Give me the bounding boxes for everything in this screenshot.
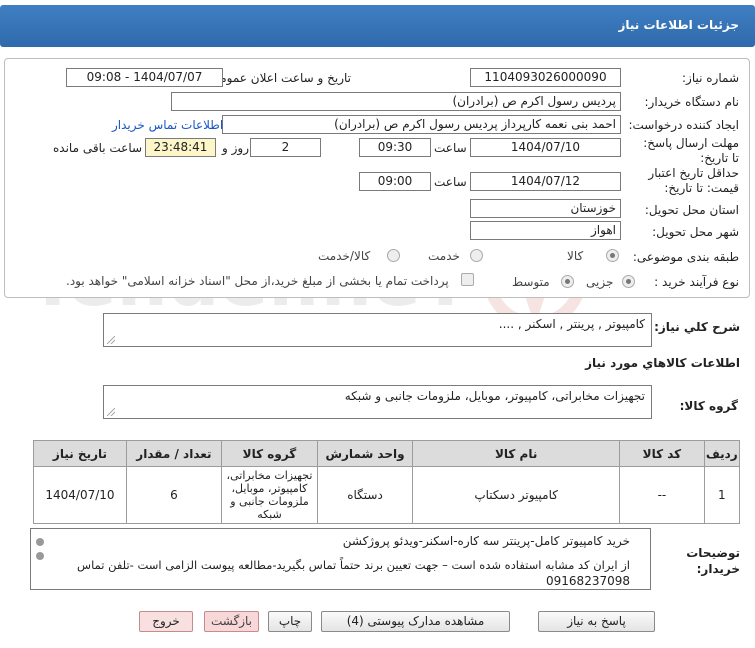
- category-label: طبقه بندی موضوعی:: [632, 250, 739, 264]
- cell-need-date: 1404/07/10: [33, 466, 127, 524]
- col-header-unit: واحد شمارش: [317, 440, 414, 467]
- col-header-item-code: کد کالا: [619, 440, 705, 467]
- back-button[interactable]: بازگشت: [204, 611, 259, 632]
- remaining-time-field: 23:48:41: [145, 138, 216, 157]
- announce-datetime-field: 1404/07/07 - 09:08: [66, 68, 223, 87]
- province-label: استان محل تحویل:: [644, 203, 739, 217]
- notes-line-2: از ایران کد مشابه استفاده شده است – جهت …: [77, 558, 630, 572]
- days-remaining-field: 2: [250, 138, 321, 157]
- buyer-notes-label: توضیحات خریدار:: [686, 546, 740, 576]
- validity-time-field: 09:00: [359, 172, 431, 191]
- process-option-medium: متوسط: [512, 275, 550, 289]
- table-row: 1 -- کامپیوتر دسکتاپ دستگاه تجهیزات مخاب…: [33, 466, 741, 524]
- buyer-notes-field: خرید کامپیوتر کامل-پرینتر سه کاره-اسکنر-…: [30, 528, 651, 590]
- deadline-time-label: ساعت: [434, 141, 467, 155]
- exit-button[interactable]: خروج: [139, 611, 193, 632]
- category-option-goods-service: کالا/خدمت: [318, 249, 371, 263]
- goods-group-field: تجهیزات مخابراتی، کامپیوتر، موبایل، ملزو…: [103, 385, 652, 419]
- col-header-need-date: تاریخ نیاز: [33, 440, 127, 467]
- announce-label: تاریخ و ساعت اعلان عمومی:: [206, 71, 351, 85]
- deadline-label: مهلت ارسال پاسخ: تا تاریخ:: [643, 136, 739, 165]
- buyer-org-field: پردیس رسول اکرم ص (برادران): [171, 92, 621, 111]
- validity-time-label: ساعت: [434, 175, 467, 189]
- city-label: شهر محل تحویل:: [652, 225, 739, 239]
- process-radio-medium[interactable]: [561, 275, 574, 288]
- cell-row-number: 1: [703, 466, 741, 524]
- notes-line-1: خرید کامپیوتر کامل-پرینتر سه کاره-اسکنر-…: [342, 534, 630, 548]
- notes-line-3: 09168237098: [546, 574, 630, 588]
- summary-text: کامپیوتر , پرینتر , اسکنر , ....: [498, 317, 645, 331]
- cell-item-code: --: [619, 466, 705, 524]
- goods-section-title: اطلاعات کالاهاي مورد نياز: [585, 356, 740, 370]
- buyer-org-label: نام دستگاه خریدار:: [644, 95, 740, 109]
- days-label: روز و: [222, 141, 249, 155]
- goods-group-text: تجهیزات مخابراتی، کامپیوتر، موبایل، ملزو…: [344, 389, 645, 403]
- goods-group-label: گروه کالا:: [679, 399, 738, 413]
- category-radio-service[interactable]: [470, 249, 483, 262]
- need-number-label: شماره نیاز:: [682, 71, 739, 85]
- category-radio-goods-service[interactable]: [387, 249, 400, 262]
- province-field: خوزستان: [470, 199, 621, 218]
- col-header-row-number: ردیف: [703, 440, 741, 467]
- remaining-time-label: ساعت باقی مانده: [53, 141, 143, 155]
- cell-quantity: 6: [125, 466, 222, 524]
- resize-grip-icon[interactable]: [107, 336, 115, 344]
- city-field: اهواز: [470, 221, 621, 240]
- creator-field: احمد بنی نعمه کارپرداز پردیس رسول اکرم ص…: [222, 115, 621, 134]
- view-attachments-button[interactable]: مشاهده مدارک پیوستی (4): [321, 611, 510, 632]
- header-bar: جزئیات اطلاعات نیاز: [0, 0, 755, 50]
- category-option-goods: کالا: [567, 249, 584, 263]
- col-header-group: گروه کالا: [220, 440, 319, 467]
- summary-label: شرح کلي نياز:: [654, 320, 740, 334]
- deadline-date-field: 1404/07/10: [470, 138, 621, 157]
- page-title: جزئیات اطلاعات نیاز: [618, 18, 739, 32]
- notes-scrollbar[interactable]: [33, 532, 47, 586]
- creator-label: ایجاد کننده درخواست:: [628, 118, 739, 132]
- validity-label: حداقل تاریخ اعتبار قیمت: تا تاریخ:: [648, 166, 739, 195]
- process-label: نوع فرآیند خرید :: [654, 275, 739, 289]
- cell-item-name: کامپیوتر دسکتاپ: [412, 466, 621, 524]
- need-number-field: 1104093026000090: [470, 68, 621, 87]
- col-header-quantity: تعداد / مقدار: [125, 440, 222, 467]
- validity-date-field: 1404/07/12: [470, 172, 621, 191]
- col-header-item-name: نام کالا: [412, 440, 621, 467]
- category-option-service: خدمت: [428, 249, 460, 263]
- summary-field: کامپیوتر , پرینتر , اسکنر , ....: [103, 313, 652, 347]
- treasury-payment-note: پرداخت تمام یا بخشی از مبلغ خرید،از محل …: [66, 274, 449, 288]
- process-radio-partial[interactable]: [622, 275, 635, 288]
- deadline-time-field: 09:30: [359, 138, 431, 157]
- cell-unit: دستگاه: [317, 466, 414, 524]
- treasury-payment-checkbox[interactable]: [461, 273, 474, 286]
- print-button[interactable]: چاپ: [268, 611, 312, 632]
- reply-button[interactable]: پاسخ به نیاز: [538, 611, 655, 632]
- goods-table: ردیف کد کالا نام کالا واحد شمارش گروه کا…: [33, 440, 741, 524]
- process-option-partial: جزیی: [586, 275, 614, 289]
- buyer-contact-link[interactable]: اطلاعات تماس خریدار: [112, 118, 223, 132]
- category-radio-goods[interactable]: [606, 249, 619, 262]
- resize-grip-icon[interactable]: [107, 408, 115, 416]
- table-header-row: ردیف کد کالا نام کالا واحد شمارش گروه کا…: [33, 440, 741, 467]
- cell-group: تجهیزات مخابراتی، کامپیوتر، موبایل، ملزو…: [220, 466, 319, 524]
